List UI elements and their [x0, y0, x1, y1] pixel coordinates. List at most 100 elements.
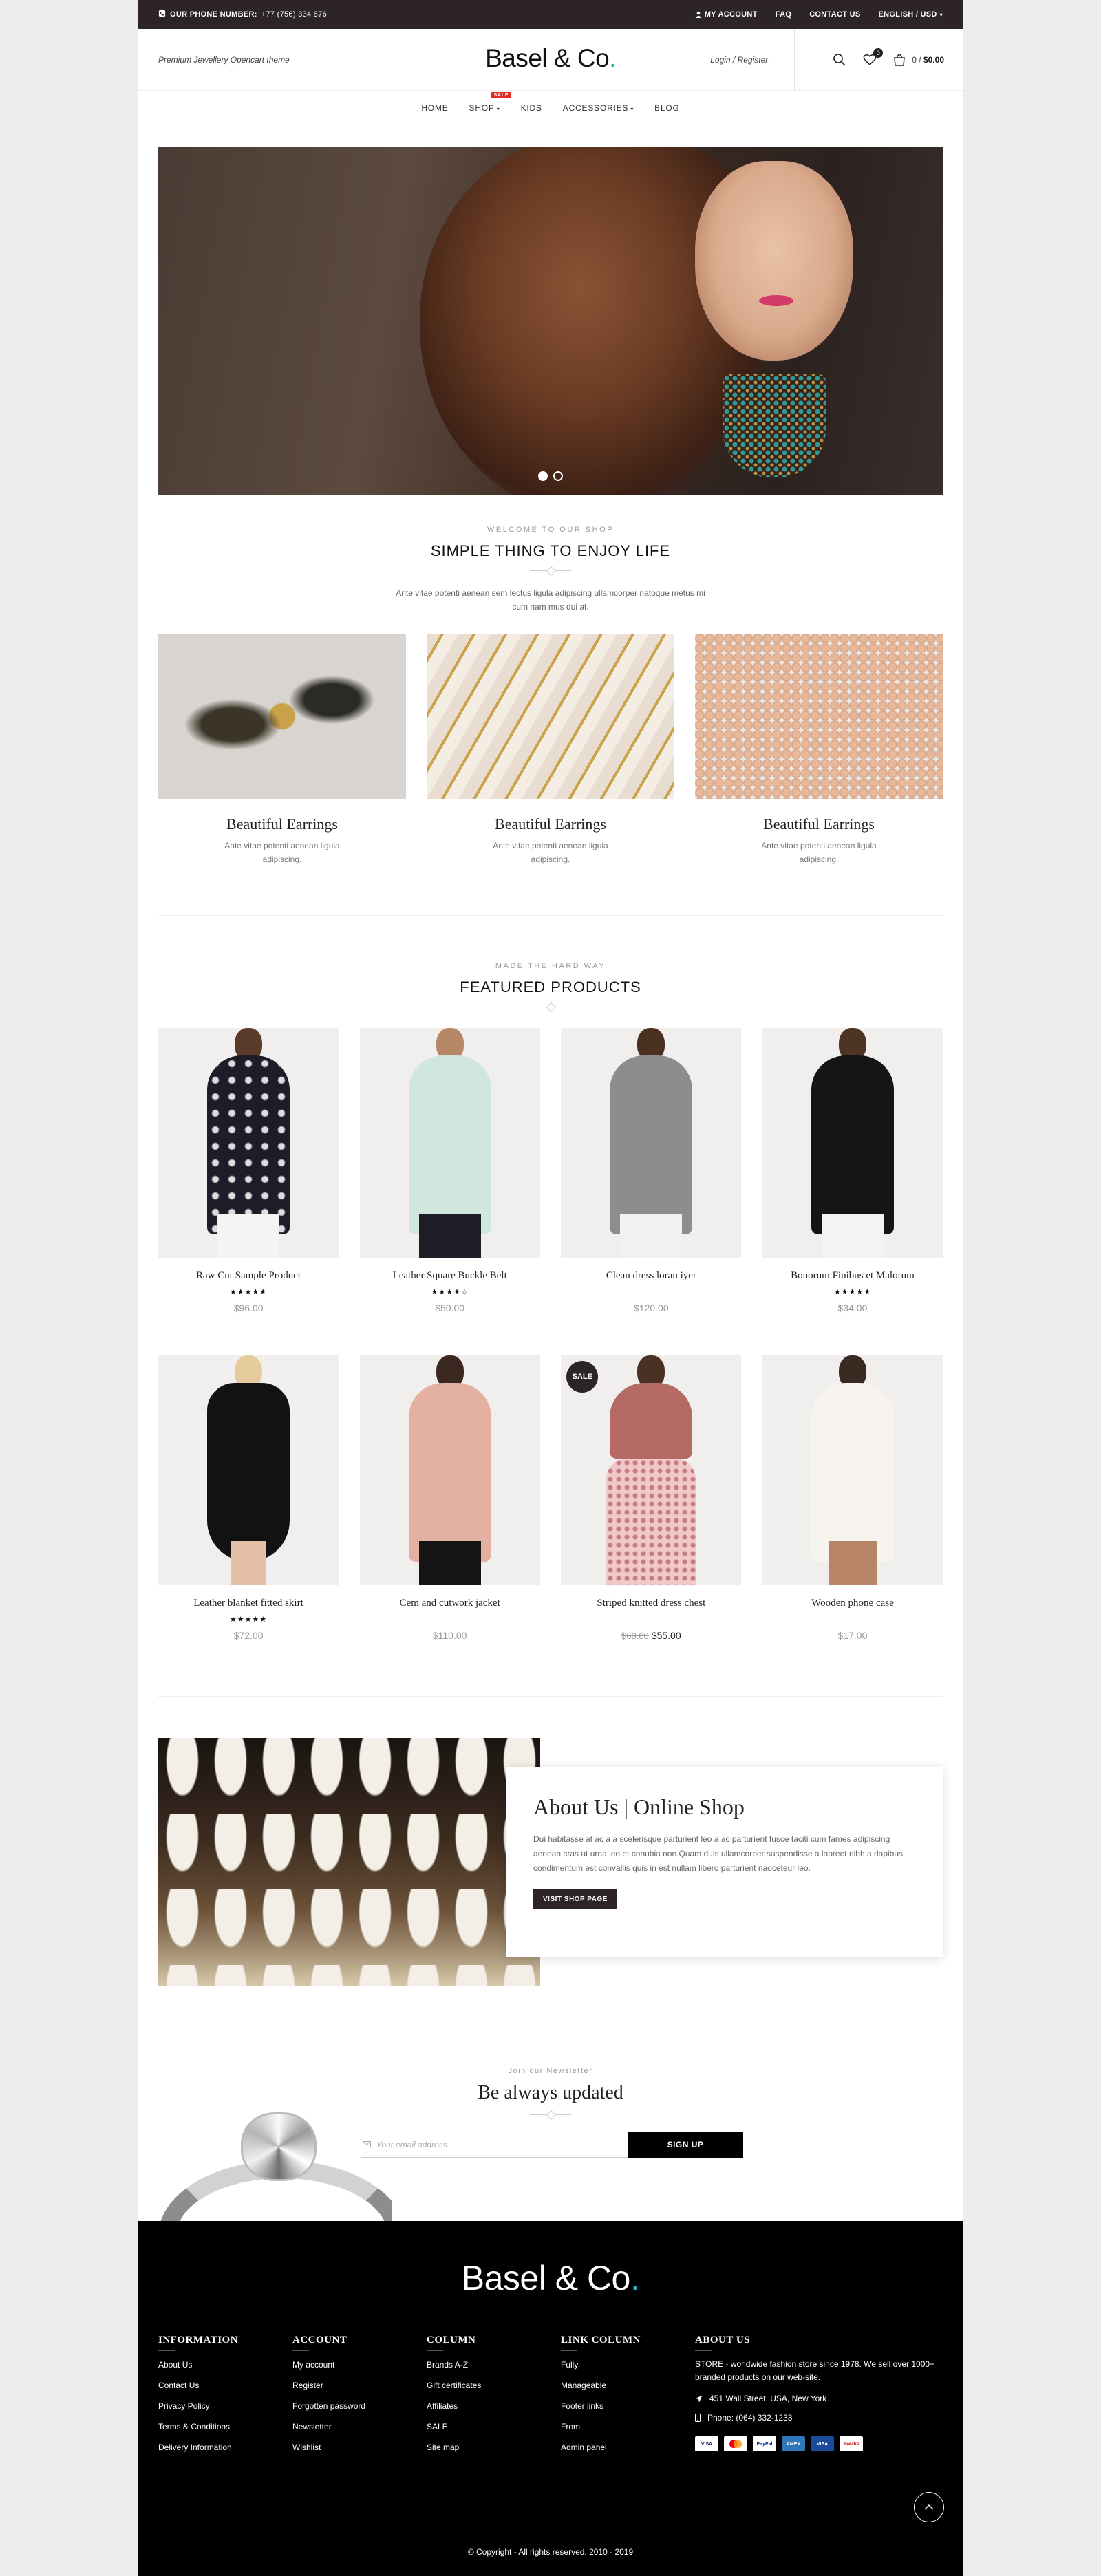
sale-price: $55.00 — [651, 1630, 681, 1641]
footer-link[interactable]: Forgotten password — [292, 2396, 427, 2416]
product-card[interactable]: Bonorum Finibus et Malorum ★★★★★ $34.00 — [762, 1028, 943, 1313]
product-name[interactable]: Bonorum Finibus et Malorum — [762, 1270, 943, 1282]
about-image — [158, 1738, 540, 1986]
product-name[interactable]: Raw Cut Sample Product — [158, 1270, 339, 1282]
category-title[interactable]: Beautiful Earrings — [695, 815, 943, 833]
faq-link[interactable]: FAQ — [776, 10, 792, 19]
newsletter-title: Be always updated — [478, 2082, 623, 2103]
product-image[interactable] — [359, 1028, 540, 1258]
product-image[interactable] — [762, 1355, 943, 1585]
footer-logo[interactable]: Basel & Co. — [138, 2258, 963, 2298]
nav-home[interactable]: HOME — [421, 103, 448, 113]
category-image[interactable] — [158, 634, 406, 799]
footer-link[interactable]: Brands A-Z — [427, 2355, 561, 2374]
footer-link[interactable]: Register — [292, 2376, 427, 2395]
product-image[interactable] — [158, 1355, 339, 1585]
category-title[interactable]: Beautiful Earrings — [158, 815, 406, 833]
nav-shop[interactable]: SHOP ▾ SALE — [469, 92, 512, 113]
footer-logo-dot: . — [630, 2259, 640, 2297]
category-card[interactable]: Beautiful Earrings Ante vitae potenti ae… — [427, 634, 674, 866]
product-card[interactable]: Raw Cut Sample Product ★★★★★ $96.00 — [158, 1028, 339, 1313]
product-name[interactable]: Leather Square Buckle Belt — [360, 1270, 540, 1282]
model-pants — [821, 1214, 884, 1258]
my-account-link[interactable]: MY ACCOUNT — [695, 10, 758, 19]
footer-link[interactable]: Wishlist — [292, 2438, 427, 2457]
divider — [530, 2110, 571, 2119]
email-field[interactable]: Your email address — [361, 2132, 628, 2158]
category-title[interactable]: Beautiful Earrings — [427, 815, 674, 833]
search-button[interactable] — [832, 52, 847, 67]
footer-link[interactable]: Contact Us — [158, 2376, 292, 2395]
cart-button[interactable]: 0 / $0.00 — [892, 52, 944, 67]
hero-slider[interactable] — [158, 147, 943, 495]
footer-link[interactable]: Terms & Conditions — [158, 2417, 292, 2436]
category-card[interactable]: Beautiful Earrings Ante vitae potenti ae… — [695, 634, 943, 866]
logo-text: Basel & Co — [485, 44, 610, 72]
sign-up-button[interactable]: SIGN UP — [628, 2132, 743, 2158]
product-row-1: Raw Cut Sample Product ★★★★★ $96.00 Leat… — [158, 1028, 943, 1313]
product-image[interactable] — [561, 1028, 742, 1258]
product-card[interactable]: Leather Square Buckle Belt ★★★★☆ $50.00 — [359, 1028, 540, 1313]
product-card[interactable]: Cem and cutwork jacket $110.00 — [359, 1355, 540, 1641]
footer-link[interactable]: Gift certificates — [427, 2376, 561, 2395]
footer-link[interactable]: SALE — [427, 2417, 561, 2436]
email-placeholder: Your email address — [376, 2140, 447, 2149]
language-currency-select[interactable]: ENGLISH / USD ▾ — [878, 10, 943, 19]
product-image[interactable] — [158, 1028, 339, 1258]
footer-link[interactable]: Newsletter — [292, 2417, 427, 2436]
back-to-top-button[interactable] — [914, 2492, 944, 2522]
phone-icon — [158, 10, 166, 19]
product-image[interactable] — [762, 1028, 943, 1258]
rating-stars: ★★★★★ — [229, 1616, 268, 1624]
footer-link[interactable]: My account — [292, 2355, 427, 2374]
category-image[interactable] — [427, 634, 674, 799]
product-card[interactable]: SALE Striped knitted dress chest $68.00 $… — [561, 1355, 742, 1641]
nav-kids[interactable]: KIDS — [521, 103, 542, 113]
maestro-card-icon: Maestro — [840, 2436, 863, 2451]
footer-link[interactable]: Site map — [427, 2438, 561, 2457]
footer-col-title: COLUMN — [427, 2334, 561, 2351]
category-image[interactable] — [695, 634, 943, 799]
chevron-up-icon — [924, 2504, 934, 2510]
product-name[interactable]: Cem and cutwork jacket — [360, 1598, 540, 1609]
footer-link[interactable]: From — [561, 2417, 695, 2436]
top-bar: OUR PHONE NUMBER: +77 (756) 334 876 MY A… — [138, 0, 963, 29]
footer-link[interactable]: Fully — [561, 2355, 695, 2374]
cart-summary: 0 / $0.00 — [912, 55, 944, 65]
slider-dot-1[interactable] — [538, 471, 548, 481]
logo-dot: . — [609, 44, 616, 72]
welcome-section: WELCOME TO OUR SHOP SIMPLE THING TO ENJO… — [138, 526, 963, 614]
search-icon — [833, 54, 846, 66]
contact-us-link[interactable]: CONTACT US — [809, 10, 860, 19]
product-price: $50.00 — [435, 1302, 465, 1313]
nav-blog[interactable]: BLOG — [654, 103, 680, 113]
footer-link[interactable]: Footer links — [561, 2396, 695, 2416]
product-name[interactable]: Clean dress loran iyer — [561, 1270, 741, 1282]
slider-dots — [158, 471, 943, 481]
product-card[interactable]: Clean dress loran iyer $120.00 — [561, 1028, 742, 1313]
model-legs — [231, 1541, 266, 1585]
product-card[interactable]: Leather blanket fitted skirt ★★★★★ $72.0… — [158, 1355, 339, 1641]
product-image[interactable] — [359, 1355, 540, 1585]
category-card[interactable]: Beautiful Earrings Ante vitae potenti ae… — [158, 634, 406, 866]
model-shirt — [610, 1055, 693, 1234]
slider-dot-2[interactable] — [553, 471, 563, 481]
product-name[interactable]: Leather blanket fitted skirt — [158, 1598, 339, 1609]
wishlist-button[interactable]: 0 — [862, 48, 884, 67]
footer-link[interactable]: Delivery Information — [158, 2438, 292, 2457]
product-card[interactable]: Wooden phone case $17.00 — [762, 1355, 943, 1641]
nav-accessories[interactable]: ACCESSORIES ▾ — [563, 103, 634, 113]
footer-link[interactable]: About Us — [158, 2355, 292, 2374]
login-register-link[interactable]: Login / Register — [710, 29, 795, 91]
footer-link[interactable]: Privacy Policy — [158, 2396, 292, 2416]
footer-link[interactable]: Manageable — [561, 2376, 695, 2395]
model-pants — [418, 1214, 481, 1258]
footer-link[interactable]: Affiliates — [427, 2396, 561, 2416]
product-name[interactable]: Wooden phone case — [762, 1598, 943, 1609]
footer-link[interactable]: Admin panel — [561, 2438, 695, 2457]
product-name[interactable]: Striped knitted dress chest — [561, 1598, 741, 1609]
payment-cards: VISA PayPal AMEX VISA Maestro — [695, 2436, 943, 2451]
phone-info: OUR PHONE NUMBER: +77 (756) 334 876 — [158, 10, 327, 19]
visit-shop-button[interactable]: VISIT SHOP PAGE — [533, 1889, 617, 1909]
footer-col-account: ACCOUNT My account Register Forgotten pa… — [292, 2334, 427, 2457]
